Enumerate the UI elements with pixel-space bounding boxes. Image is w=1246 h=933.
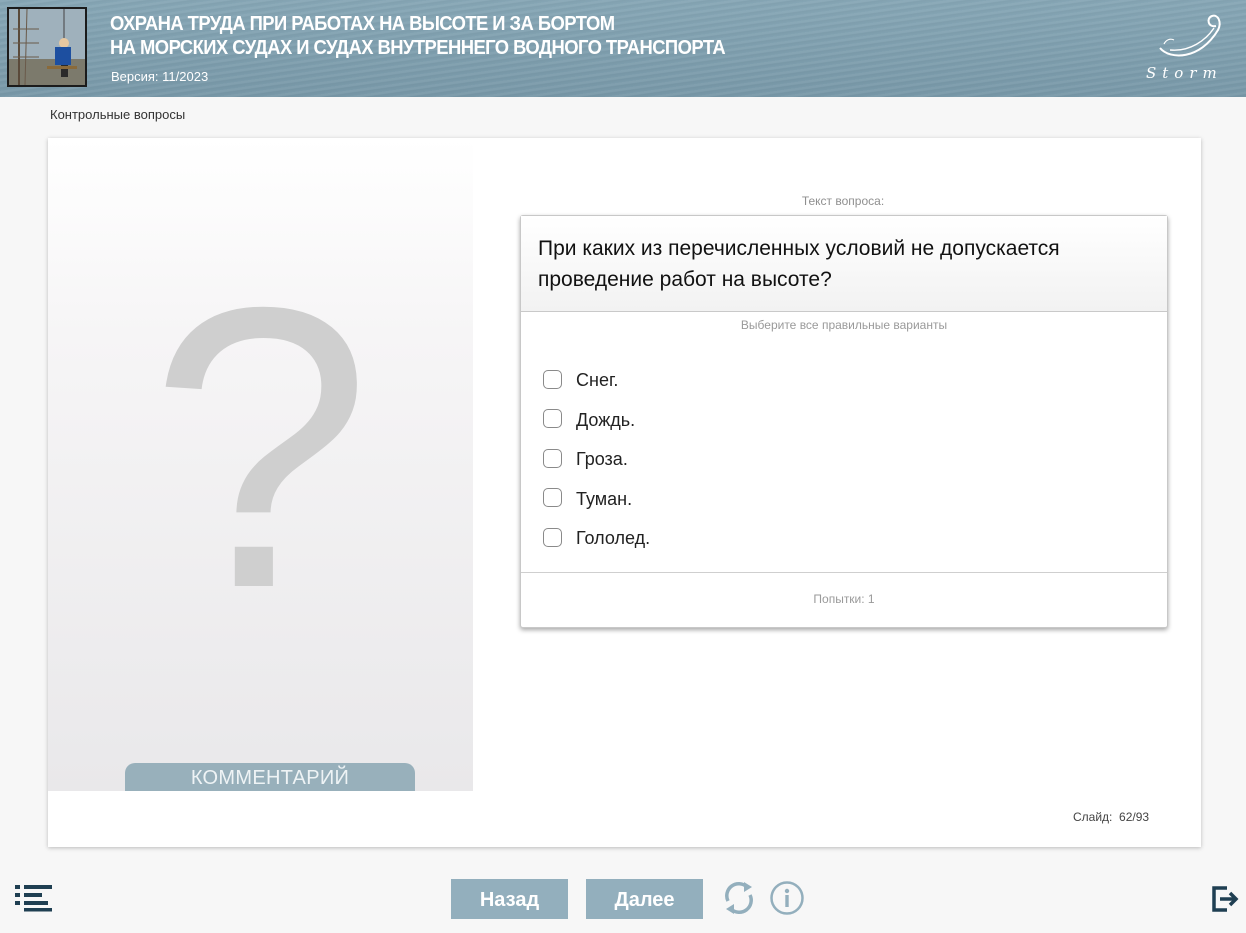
answer-option[interactable]: Дождь. [543,401,650,441]
answer-option[interactable]: Гроза. [543,440,650,480]
answer-options: Снег. Дождь. Гроза. Туман. Гололед. [543,361,650,559]
header-bar: ОХРАНА ТРУДА ПРИ РАБОТАХ НА ВЫСОТЕ И ЗА … [0,0,1246,97]
question-text: При каких из перечисленных условий не до… [538,237,1060,291]
answer-option[interactable]: Туман. [543,480,650,520]
question-box: При каких из перечисленных условий не до… [520,215,1168,628]
checkbox[interactable] [543,527,562,547]
question-header: При каких из перечисленных условий не до… [521,216,1167,312]
course-title: ОХРАНА ТРУДА ПРИ РАБОТАХ НА ВЫСОТЕ И ЗА … [110,12,726,60]
option-label: Гололед. [576,528,651,549]
info-icon[interactable] [769,880,805,916]
quiz-card: ? КОММЕНТАРИЙ Текст вопроса: При каких и… [48,138,1201,847]
option-label: Туман. [576,488,633,509]
answer-option[interactable]: Снег. [543,361,650,401]
answer-option[interactable]: Гололед. [543,519,650,559]
checkbox[interactable] [543,409,562,429]
question-label: Текст вопроса: [801,194,885,208]
course-title-line1: ОХРАНА ТРУДА ПРИ РАБОТАХ НА ВЫСОТЕ И ЗА … [110,13,615,35]
exit-icon[interactable] [1211,885,1239,913]
comment-panel: ? КОММЕНТАРИЙ [48,138,473,791]
version-label: Версия: 11/2023 [111,69,209,84]
checkbox[interactable] [543,488,562,508]
comment-button[interactable]: КОММЕНТАРИЙ [125,763,415,791]
question-mark-icon: ? [149,224,372,671]
answer-hint: Выберите все правильные варианты [740,318,948,332]
reload-icon[interactable] [720,879,758,917]
attempts-counter: Попытки: 1 [813,592,875,606]
back-button[interactable]: Назад [451,879,568,919]
breadcrumb: Контрольные вопросы [50,107,186,122]
logo-text: Storm [1146,64,1223,82]
course-thumbnail [7,7,87,87]
storm-logo: Storm [1140,8,1230,88]
option-label: Дождь. [576,409,636,430]
menu-list-icon[interactable] [15,884,53,912]
next-button[interactable]: Далее [586,879,703,919]
option-label: Снег. [576,370,619,391]
checkbox[interactable] [543,448,562,468]
checkbox[interactable] [543,369,562,389]
slide-counter: Слайд: 62/93 [1073,810,1150,824]
option-label: Гроза. [576,449,628,470]
divider [521,572,1167,573]
course-title-line2: НА МОРСКИХ СУДАХ И СУДАХ ВНУТРЕННЕГО ВОД… [110,37,726,59]
